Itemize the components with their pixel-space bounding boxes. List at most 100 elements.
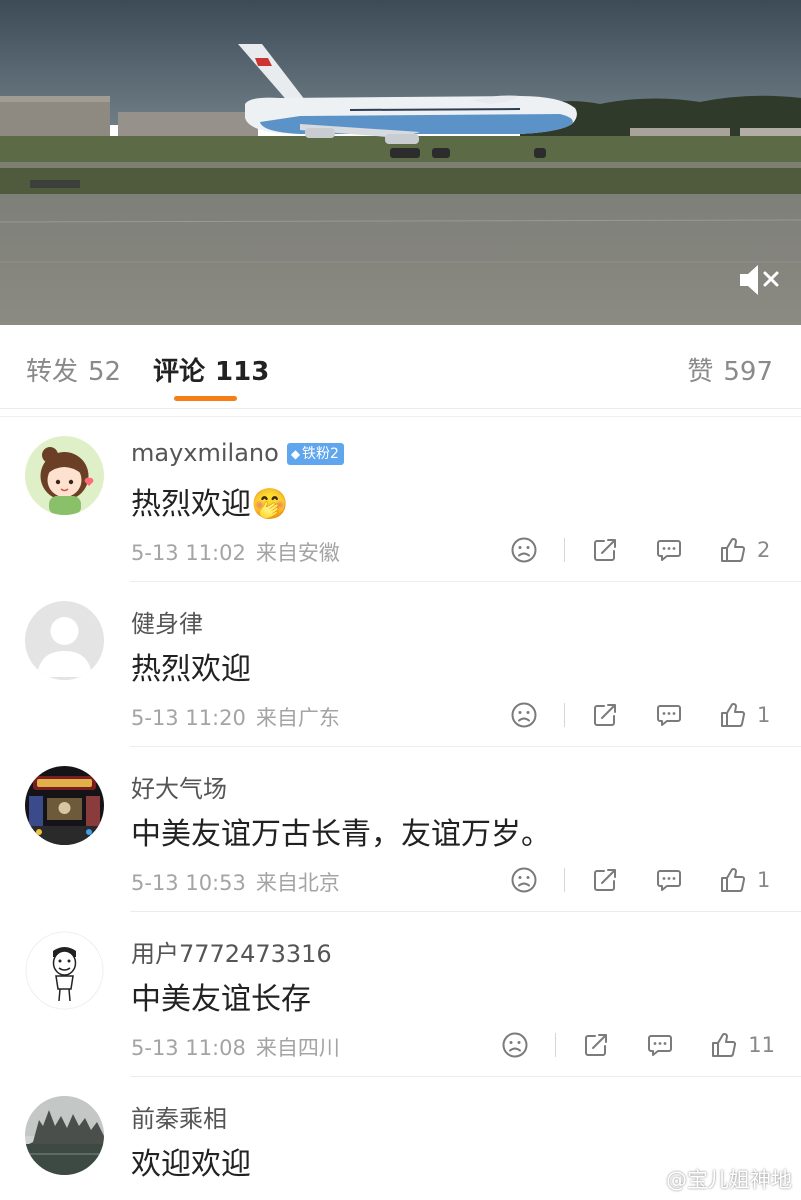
comment-text-body: 欢迎欢迎 xyxy=(131,1147,251,1182)
username-text: 用户7772473316 xyxy=(131,940,332,968)
weibo-logo-icon xyxy=(636,1171,661,1190)
like-count: 1 xyxy=(757,868,771,892)
username[interactable]: 前秦乘相 xyxy=(131,1099,227,1134)
tab-likes-label: 赞 xyxy=(687,357,714,387)
avatar[interactable] xyxy=(25,601,104,680)
action-divider xyxy=(564,538,565,562)
username-text: 前秦乘相 xyxy=(131,1105,227,1133)
like-count: 11 xyxy=(748,1033,775,1057)
mute-button[interactable] xyxy=(736,262,784,298)
action-divider xyxy=(555,1033,557,1057)
reply-button[interactable] xyxy=(655,863,683,897)
dislike-button[interactable] xyxy=(510,863,540,897)
comment-bubble-icon xyxy=(657,540,681,561)
tab-likes[interactable]: 赞 597 xyxy=(687,351,773,388)
avatar-image xyxy=(25,931,104,1010)
tab-comments-label: 评论 xyxy=(153,357,206,387)
comment-location: 来自广东 xyxy=(255,706,340,730)
active-tab-indicator xyxy=(174,396,237,401)
frown-icon xyxy=(511,702,537,728)
comment-bubble-icon xyxy=(648,1035,673,1056)
speaker-muted-icon xyxy=(740,265,779,295)
username[interactable]: 好大气场 xyxy=(131,769,227,804)
comment-item: mayxmilano ◆ 铁粉2 热烈欢迎🤭 5-13 11:02 来自安徽 2 xyxy=(0,417,801,582)
tab-reposts[interactable]: 转发 52 xyxy=(26,351,121,388)
reply-button[interactable] xyxy=(655,533,683,567)
comment-location: 来自北京 xyxy=(255,871,340,895)
comment-text: 欢迎欢迎 xyxy=(131,1139,251,1183)
comment-actions: 1 xyxy=(510,863,775,897)
username[interactable]: 健身律 xyxy=(131,604,203,639)
like-button[interactable]: 2 xyxy=(719,533,775,567)
comment-actions: 1 xyxy=(510,698,775,732)
thumbs-up-icon xyxy=(721,538,746,562)
comment-meta: 5-13 10:53 来自北京 xyxy=(131,867,340,897)
reply-button[interactable] xyxy=(646,1028,674,1062)
username[interactable]: 用户7772473316 xyxy=(131,934,332,969)
comment-text-body: 中美友谊万古长青，友谊万岁。 xyxy=(131,817,551,852)
share-icon xyxy=(594,539,616,561)
action-divider xyxy=(564,868,565,892)
comment-location: 来自安徽 xyxy=(255,541,340,565)
comment-list: mayxmilano◆铁粉2 热烈欢迎🤭 5-13 11:02来自安徽 2 xyxy=(0,416,801,1200)
tab-comments-count: 113 xyxy=(215,357,270,387)
default-avatar-icon xyxy=(25,601,104,680)
comment-item: 健身律 热烈欢迎 5-13 11:20 来自广东 1 xyxy=(0,582,801,747)
frown-icon xyxy=(502,1032,528,1058)
dislike-button[interactable] xyxy=(510,533,540,567)
reply-button[interactable] xyxy=(655,698,683,732)
comment-text-body: 热烈欢迎 xyxy=(131,652,251,687)
like-button[interactable]: 11 xyxy=(710,1028,775,1062)
share-button[interactable] xyxy=(591,533,619,567)
comment-text: 中美友谊长存 xyxy=(131,974,311,1018)
comment-actions: 11 xyxy=(501,1028,775,1062)
comment-time: 5-13 11:08 xyxy=(131,1036,246,1060)
avatar[interactable] xyxy=(25,931,104,1010)
comment-time: 5-13 10:53 xyxy=(131,871,246,895)
username[interactable]: mayxmilano ◆ 铁粉2 xyxy=(131,439,344,467)
avatar[interactable] xyxy=(25,766,104,845)
avatar-image xyxy=(25,436,104,515)
dislike-button[interactable] xyxy=(510,698,540,732)
comment-text: 热烈欢迎 xyxy=(131,644,251,688)
fan-badge: ◆ 铁粉2 xyxy=(286,443,344,465)
share-button[interactable] xyxy=(591,698,619,732)
comment-text-body: 热烈欢迎 xyxy=(131,487,251,522)
comment-meta: 5-13 11:02 来自安徽 xyxy=(131,537,340,567)
username-text: 健身律 xyxy=(131,610,203,638)
comment-text-body: 中美友谊长存 xyxy=(131,982,311,1017)
username-text: 好大气场 xyxy=(131,775,227,803)
like-count: 2 xyxy=(757,538,771,562)
avatar[interactable] xyxy=(25,436,104,515)
share-button[interactable] xyxy=(591,863,619,897)
watermark-text: @宝儿姐神地 xyxy=(666,1168,792,1192)
thumbs-up-icon xyxy=(721,868,746,892)
video-player[interactable] xyxy=(0,0,801,325)
comment-text: 热烈欢迎🤭 xyxy=(131,479,288,523)
tab-reposts-count: 52 xyxy=(88,357,122,387)
diamond-icon: ◆ xyxy=(290,447,301,461)
share-button[interactable] xyxy=(582,1028,610,1062)
dislike-button[interactable] xyxy=(501,1028,531,1062)
avatar[interactable] xyxy=(25,1096,104,1175)
share-icon xyxy=(585,1034,608,1056)
thumbs-up-icon xyxy=(721,703,746,727)
like-button[interactable]: 1 xyxy=(719,863,775,897)
comment-time: 5-13 11:20 xyxy=(131,706,246,730)
like-count: 1 xyxy=(757,703,771,727)
comment-item: 好大气场 中美友谊万古长青，友谊万岁。 5-13 10:53 来自北京 1 xyxy=(0,747,801,912)
emoji: 🤭 xyxy=(251,487,289,522)
comment-actions: 2 xyxy=(510,533,775,567)
comment-time: 5-13 11:02 xyxy=(131,541,246,565)
like-button[interactable]: 1 xyxy=(719,698,775,732)
avatar-image xyxy=(25,766,104,845)
frown-icon xyxy=(511,867,537,893)
comment-meta: 5-13 11:08 来自四川 xyxy=(131,1032,340,1062)
share-icon xyxy=(594,704,616,726)
comment-meta: 5-13 11:20 来自广东 xyxy=(131,702,340,732)
tab-comments[interactable]: 评论 113 xyxy=(153,351,269,388)
frown-icon xyxy=(511,537,537,563)
tab-reposts-label: 转发 xyxy=(26,357,79,387)
video-frame xyxy=(0,0,801,325)
fan-badge-label: 铁粉2 xyxy=(302,446,339,462)
